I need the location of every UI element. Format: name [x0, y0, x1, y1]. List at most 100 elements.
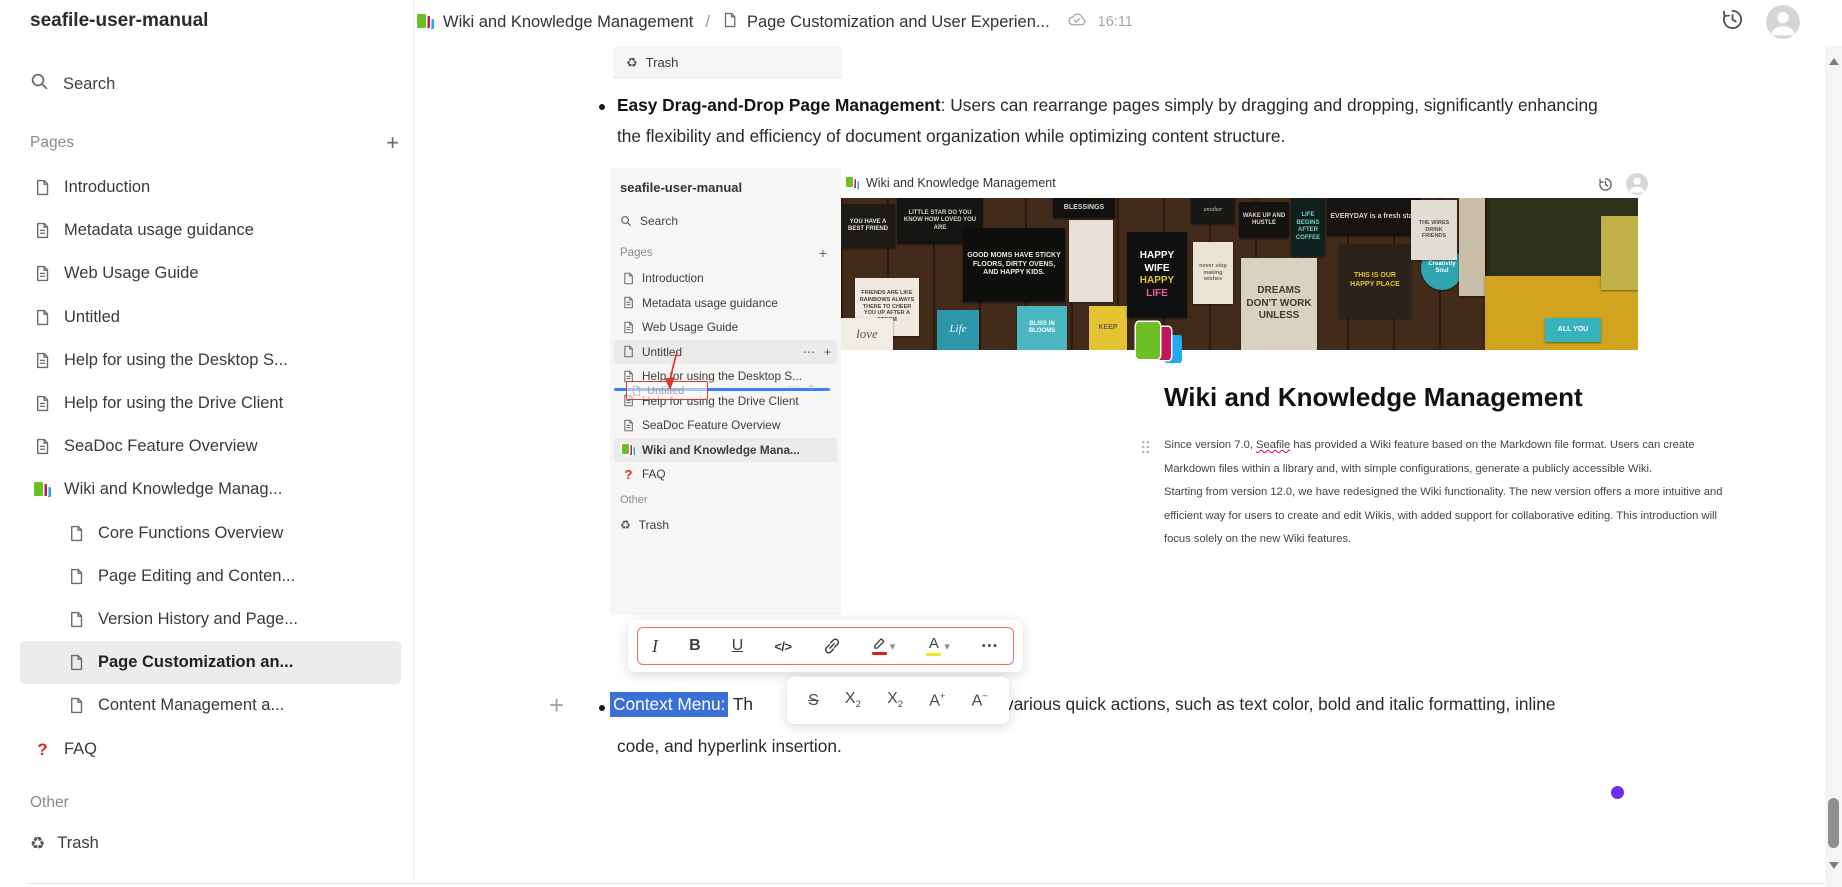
screenshot-page-heading: Wiki and Knowledge Management [1164, 382, 1583, 412]
trash-label: Trash [638, 518, 669, 532]
screenshot-sidebar-item-untitled: Untitled ⋯ + [614, 339, 837, 364]
top-bar: Wiki and Knowledge Management / Page Cus… [413, 0, 1822, 44]
add-page-button[interactable]: + [386, 132, 399, 154]
question-icon: ? [37, 739, 48, 759]
sidebar-item-label: Page Editing and Conten... [98, 566, 296, 585]
avatar[interactable] [1766, 5, 1800, 39]
sidebar-item-introduction[interactable]: Introduction [20, 166, 401, 209]
doc-icon [71, 568, 83, 584]
bullet2-text: various quick actions, such as text colo… [1005, 694, 1556, 714]
cover-sign: love [841, 318, 893, 350]
doc-lines-icon [37, 395, 49, 412]
sidebar-item-trash[interactable]: ♻ Trash [30, 834, 99, 853]
cover-sign: never stop making wishes [1193, 242, 1233, 304]
screenshot-sidebar-item-faq: ? FAQ [614, 462, 837, 487]
insert-block-button[interactable]: + [549, 692, 564, 718]
bold-button[interactable]: B [687, 635, 703, 657]
breadcrumb-current[interactable]: Page Customization and User Experien... [747, 13, 1050, 32]
link-button[interactable] [821, 635, 843, 657]
doc-icon [37, 309, 49, 325]
strikethrough-button[interactable]: S [806, 690, 821, 712]
previous-image-partial: ♻ Trash [613, 47, 842, 78]
cover-sign: ALL YOU [1545, 318, 1601, 342]
chevron-down-icon: ▾ [889, 640, 896, 653]
sidebar-item-label: Web Usage Guide [64, 264, 199, 283]
history-icon[interactable] [1721, 8, 1744, 36]
cover-sign: BLESSINGS [1053, 198, 1115, 218]
sidebar-item-faq[interactable]: ? FAQ [20, 727, 401, 770]
font-size-increase-button[interactable]: A+ [927, 689, 947, 712]
misspelled-word: Seafile [1256, 439, 1291, 451]
scroll-down-arrow[interactable] [1828, 862, 1839, 869]
more-button[interactable]: ⋯ [979, 634, 1001, 658]
screenshot-wiki-title: seafile-user-manual [620, 180, 743, 195]
doc-lines-icon [37, 352, 49, 368]
sidebar-divider [413, 0, 414, 883]
search-button[interactable]: Search [30, 72, 115, 96]
sidebar-item-content-management-a[interactable]: Content Management a... [20, 684, 401, 727]
screenshot-breadcrumb: Wiki and Knowledge Management [846, 176, 1056, 190]
vertical-scrollbar[interactable] [1825, 46, 1842, 887]
bullet2-after-text: Th [728, 694, 754, 714]
sidebar-item-metadata-usage-guidance[interactable]: Metadata usage guidance [20, 209, 401, 252]
doc-lines-icon [37, 266, 49, 282]
sidebar-item-version-history-and-page[interactable]: Version History and Page... [20, 598, 401, 641]
selected-text: Context Menu: [610, 692, 729, 717]
sidebar-item-help-for-using-the-desktop-s[interactable]: Help for using the Desktop S... [20, 339, 401, 382]
cover-sign: Life [937, 310, 979, 350]
trash-recycle-icon: ♻ [30, 834, 46, 853]
search-label: Search [63, 74, 116, 93]
avatar [1626, 173, 1648, 195]
format-toolbar-annotated: I B U </> ▾ A ▾ ⋯ [637, 627, 1014, 665]
screenshot-sidebar-item-seadoc-feature-overview: SeaDoc Feature Overview [614, 413, 837, 438]
highlight-color-button[interactable]: ▾ [870, 635, 898, 658]
scroll-up-arrow[interactable] [1828, 58, 1839, 65]
bullet-dot [599, 705, 605, 711]
subscript-button[interactable]: X2 [843, 688, 863, 712]
embedded-screenshot: seafile-user-manual Search Pages + Intro… [610, 168, 1722, 615]
item-label: FAQ [642, 467, 666, 482]
sidebar-item-wiki-and-knowledge-manag[interactable]: Wiki and Knowledge Manag... [20, 468, 401, 511]
italic-button[interactable]: I [650, 634, 660, 659]
doc-lines-icon [37, 223, 49, 239]
superscript-button[interactable]: X2 [885, 688, 905, 712]
sidebar-item-page-customization-an[interactable]: Page Customization an... [20, 641, 401, 685]
annotation-arrow-icon [664, 351, 678, 390]
bullet1-bold-text: Easy Drag-and-Drop Page Management [617, 95, 941, 115]
doc-icon [632, 385, 641, 396]
question-icon: ? [624, 466, 633, 482]
sidebar-item-page-editing-and-conten[interactable]: Page Editing and Conten... [20, 555, 401, 598]
scrollbar-thumb[interactable] [1828, 798, 1839, 848]
trash-recycle-icon: ♻ [626, 54, 638, 70]
other-section-label: Other [30, 794, 69, 811]
doc-icon [71, 698, 83, 714]
other-section: Other [30, 794, 399, 812]
underline-button[interactable]: U [730, 635, 746, 657]
inline-code-button[interactable]: </> [772, 637, 793, 656]
screenshot-paragraphs: Since version 7.0, Seafile has provided … [1164, 434, 1739, 552]
sidebar-item-web-usage-guide[interactable]: Web Usage Guide [20, 252, 401, 295]
sidebar-item-seadoc-feature-overview[interactable]: SeaDoc Feature Overview [20, 425, 401, 468]
pages-section-label: Pages [30, 134, 74, 151]
cover-sign: YOU HAVE A BEST FRIEND [841, 204, 895, 248]
item-label: SeaDoc Feature Overview [642, 418, 781, 433]
doc-lines-icon [624, 296, 633, 309]
sidebar-item-label: Untitled [64, 307, 120, 326]
sidebar-item-untitled[interactable]: Untitled [20, 296, 401, 339]
pages-list: Introduction Metadata usage guidance Web U… [18, 166, 413, 771]
search-icon [30, 72, 49, 96]
top-actions [1721, 0, 1800, 44]
sidebar-item-core-functions-overview[interactable]: Core Functions Overview [20, 512, 401, 555]
breadcrumb: Wiki and Knowledge Management / Page Cus… [417, 0, 1133, 44]
font-size-decrease-button[interactable]: A− [970, 689, 990, 712]
breadcrumb-parent[interactable]: Wiki and Knowledge Management [443, 13, 693, 32]
font-color-button[interactable]: A ▾ [924, 634, 952, 659]
trash-label: Trash [57, 834, 99, 852]
breadcrumb-separator: / [705, 12, 710, 31]
pages-section: Pages + [30, 132, 399, 154]
paragraph: Starting from version 12.0, we have rede… [1164, 486, 1723, 545]
collaborator-cursor-dot [1611, 786, 1624, 799]
doc-icon [71, 611, 83, 628]
highlighter-icon [873, 637, 885, 649]
sidebar-item-help-for-using-the-drive-client[interactable]: Help for using the Drive Client [20, 382, 401, 425]
